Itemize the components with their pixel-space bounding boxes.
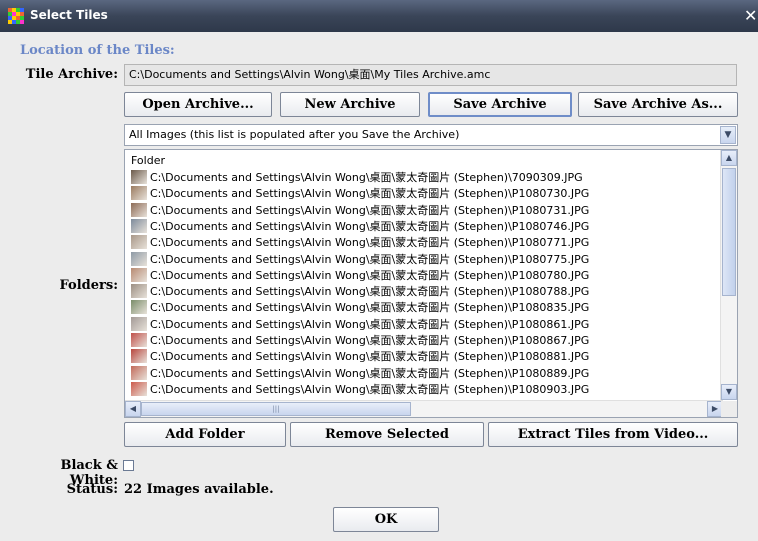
list-item[interactable]: C:\Documents and Settings\Alvin Wong\桌面\…	[131, 267, 721, 284]
list-item[interactable]: C:\Documents and Settings\Alvin Wong\桌面\…	[131, 186, 721, 202]
app-icon	[8, 8, 24, 24]
add-folder-button[interactable]: Add Folder	[124, 422, 286, 447]
save-archive-as-button[interactable]: Save Archive As...	[578, 92, 738, 117]
section-title: Location of the Tiles:	[20, 43, 175, 58]
image-thumbnail-icon	[131, 170, 147, 184]
list-item-path: C:\Documents and Settings\Alvin Wong\桌面\…	[150, 236, 590, 250]
vertical-scroll-thumb[interactable]	[722, 168, 736, 296]
archive-path-field[interactable]: C:\Documents and Settings\Alvin Wong\桌面\…	[124, 64, 737, 86]
list-item[interactable]: C:\Documents and Settings\Alvin Wong\桌面\…	[131, 333, 721, 349]
list-item-path: C:\Documents and Settings\Alvin Wong\桌面\…	[150, 382, 590, 396]
image-thumbnail-icon	[131, 316, 147, 331]
image-thumbnail-icon	[131, 284, 147, 299]
image-thumbnail-icon	[131, 381, 147, 396]
ok-button[interactable]: OK	[333, 507, 439, 532]
image-filter-select[interactable]: All Images (this list is populated after…	[124, 124, 738, 146]
scroll-up-icon[interactable]: ▲	[721, 150, 737, 166]
list-item-path: C:\Documents and Settings\Alvin Wong\桌面\…	[150, 285, 590, 299]
new-archive-button[interactable]: New Archive	[280, 92, 420, 117]
extract-tiles-button[interactable]: Extract Tiles from Video...	[488, 422, 738, 447]
scroll-down-icon[interactable]: ▼	[721, 384, 737, 400]
scroll-corner	[721, 401, 737, 417]
vertical-scrollbar[interactable]: ▲ ▼	[720, 150, 737, 400]
list-item-path: C:\Documents and Settings\Alvin Wong\桌面\…	[150, 219, 590, 233]
list-item-path: C:\Documents and Settings\Alvin Wong\桌面\…	[150, 334, 590, 347]
image-thumbnail-icon	[131, 218, 147, 233]
image-thumbnail-icon	[131, 202, 147, 217]
status-value: 22 Images available.	[124, 482, 274, 497]
image-thumbnail-icon	[131, 251, 147, 266]
list-item[interactable]: C:\Documents and Settings\Alvin Wong\桌面\…	[131, 316, 721, 333]
chevron-down-icon[interactable]: ▼	[720, 126, 736, 144]
folders-label: Folders:	[59, 278, 118, 293]
list-item-path: C:\Documents and Settings\Alvin Wong\桌面\…	[150, 366, 590, 380]
window-title: Select Tiles	[30, 8, 108, 22]
folder-list[interactable]: Folder C:\Documents and Settings\Alvin W…	[124, 149, 738, 418]
list-item[interactable]: C:\Documents and Settings\Alvin Wong\桌面\…	[131, 218, 721, 235]
image-filter-value: All Images (this list is populated after…	[129, 128, 460, 141]
list-item[interactable]: C:\Documents and Settings\Alvin Wong\桌面\…	[131, 170, 721, 186]
list-item[interactable]: C:\Documents and Settings\Alvin Wong\桌面\…	[131, 235, 721, 251]
list-item[interactable]: C:\Documents and Settings\Alvin Wong\桌面\…	[131, 365, 721, 382]
image-thumbnail-icon	[131, 349, 147, 364]
list-item[interactable]: C:\Documents and Settings\Alvin Wong\桌面\…	[131, 381, 721, 398]
list-item[interactable]: C:\Documents and Settings\Alvin Wong\桌面\…	[131, 251, 721, 268]
list-item[interactable]: C:\Documents and Settings\Alvin Wong\桌面\…	[131, 202, 721, 219]
select-tiles-dialog: Select Tiles ✕ Location of the Tiles: Ti…	[0, 0, 758, 541]
list-item-path: C:\Documents and Settings\Alvin Wong\桌面\…	[150, 171, 583, 184]
save-archive-button[interactable]: Save Archive	[428, 92, 572, 117]
horizontal-scroll-thumb[interactable]: |||	[141, 402, 411, 416]
close-icon[interactable]: ✕	[744, 6, 758, 26]
list-item-path: C:\Documents and Settings\Alvin Wong\桌面\…	[150, 187, 590, 201]
remove-selected-button[interactable]: Remove Selected	[290, 422, 484, 447]
list-item[interactable]: C:\Documents and Settings\Alvin Wong\桌面\…	[131, 349, 721, 365]
image-thumbnail-icon	[131, 365, 147, 380]
image-thumbnail-icon	[131, 300, 147, 315]
list-item[interactable]: C:\Documents and Settings\Alvin Wong\桌面\…	[131, 300, 721, 316]
image-thumbnail-icon	[131, 186, 147, 201]
image-thumbnail-icon	[131, 267, 147, 282]
open-archive-button[interactable]: Open Archive...	[124, 92, 272, 117]
list-item-path: C:\Documents and Settings\Alvin Wong\桌面\…	[150, 252, 590, 266]
list-item-path: C:\Documents and Settings\Alvin Wong\桌面\…	[150, 268, 590, 282]
status-label: Status:	[66, 482, 118, 497]
list-item-path: C:\Documents and Settings\Alvin Wong\桌面\…	[150, 317, 590, 331]
list-column-header: Folder	[131, 154, 165, 167]
title-bar[interactable]: Select Tiles ✕	[0, 0, 758, 32]
list-item-path: C:\Documents and Settings\Alvin Wong\桌面\…	[150, 301, 590, 315]
list-item-path: C:\Documents and Settings\Alvin Wong\桌面\…	[150, 203, 590, 217]
image-thumbnail-icon	[131, 333, 147, 347]
scroll-left-icon[interactable]: ◀	[125, 401, 141, 417]
list-item[interactable]: C:\Documents and Settings\Alvin Wong\桌面\…	[131, 284, 721, 300]
image-thumbnail-icon	[131, 235, 147, 250]
list-item-path: C:\Documents and Settings\Alvin Wong\桌面\…	[150, 350, 590, 364]
tile-archive-label: Tile Archive:	[25, 67, 118, 82]
horizontal-scrollbar[interactable]: ◀ ||| ▶	[125, 400, 723, 417]
black-white-checkbox[interactable]	[123, 460, 134, 471]
